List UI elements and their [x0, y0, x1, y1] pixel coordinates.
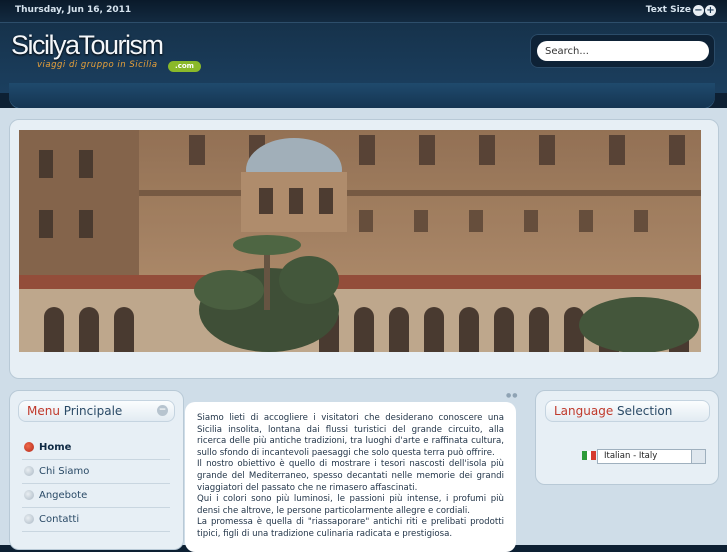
intro-paragraph: Siamo lieti di accogliere i visitatori c…: [197, 413, 504, 458]
logo-dotcom-badge: .com: [168, 61, 201, 72]
banner-image: [19, 130, 701, 352]
objective-paragraph: Il nostro obiettivo è quello di mostrare…: [197, 459, 504, 493]
search-input[interactable]: [537, 41, 709, 61]
language-select[interactable]: Italian - Italy: [597, 449, 706, 464]
bullet-icon: [24, 466, 34, 476]
site-tagline: viaggi di gruppo in Sicilia: [37, 60, 158, 70]
main-menu-title: Menu Principale: [18, 400, 175, 422]
dropdown-arrow-icon: [691, 450, 705, 463]
menu-item-label: Contatti: [39, 514, 80, 525]
language-title: Language Selection: [545, 400, 710, 422]
promise-paragraph: La promessa è quella di "riassaporare" a…: [197, 517, 504, 539]
collapse-menu-icon[interactable]: −: [157, 405, 168, 416]
menu-item-label: Chi Siamo: [39, 466, 90, 477]
bullet-icon: [24, 514, 34, 524]
menu-item-home[interactable]: Home: [22, 436, 170, 460]
menu-item-label: Home: [39, 442, 72, 453]
navigation-bar: [9, 83, 715, 108]
main-menu-title-highlight: Menu: [27, 404, 60, 418]
menu-item-angebote[interactable]: Angebote: [22, 484, 170, 508]
menu-item-label: Angebote: [39, 490, 88, 501]
bullet-icon: [24, 490, 34, 500]
top-bar: Thursday, Jun 16, 2011 Text Size − +: [0, 0, 727, 23]
increase-text-size-icon[interactable]: +: [705, 5, 716, 16]
menu-item-contatti[interactable]: Contatti: [22, 508, 170, 532]
italian-flag-icon: [582, 451, 597, 460]
bullet-icon: [24, 442, 34, 452]
main-content-text: Siamo lieti di accogliere i visitatori c…: [197, 413, 504, 541]
colors-paragraph: Qui i colori sono più luminosi, le passi…: [197, 494, 504, 516]
menu-item-chi-siamo[interactable]: Chi Siamo: [22, 460, 170, 484]
language-select-value: Italian - Italy: [604, 451, 658, 461]
main-menu-title-rest: Principale: [59, 404, 123, 418]
decorative-dots: ●●: [506, 392, 519, 399]
cathedral-cloister-photo: [19, 130, 701, 352]
current-date: Thursday, Jun 16, 2011: [15, 5, 132, 15]
site-logo[interactable]: SicilyaTourism: [11, 30, 164, 61]
language-title-rest: Selection: [613, 404, 673, 418]
decrease-text-size-icon[interactable]: −: [693, 5, 704, 16]
language-title-highlight: Language: [554, 404, 614, 418]
text-size-label: Text Size: [645, 5, 691, 15]
